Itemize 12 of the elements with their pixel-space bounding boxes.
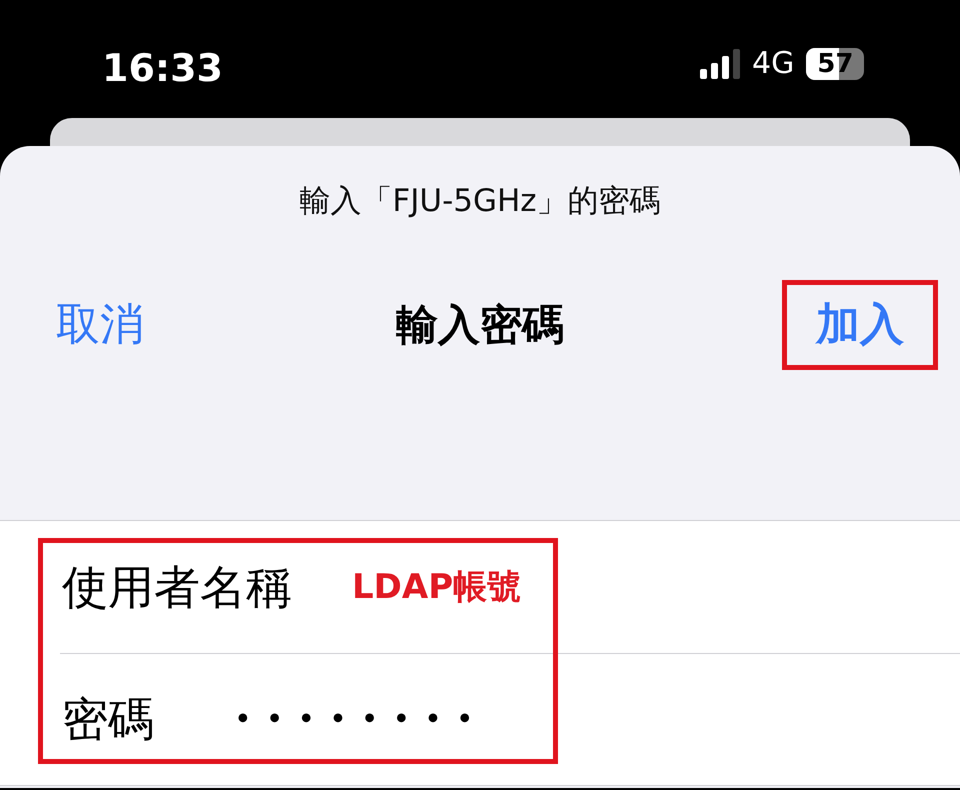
field-label: 密碼 [62,691,155,748]
status-time: 16:33 [102,45,223,92]
sheet-title: 輸入密碼 [396,299,564,351]
cancel-button[interactable]: 取消 [50,292,150,358]
field-label: 使用者名稱 [62,558,293,616]
prompt-text: 輸入「FJU-5GHz」的密碼 [298,182,662,221]
join-button[interactable]: 加入 [810,292,910,358]
network-label: 4G [752,49,794,79]
battery-percent: 57 [817,51,854,77]
signal-icon [700,49,740,79]
password-field[interactable]: •••••••• [232,696,532,743]
annotation-text: LDAP帳號 [352,566,522,608]
